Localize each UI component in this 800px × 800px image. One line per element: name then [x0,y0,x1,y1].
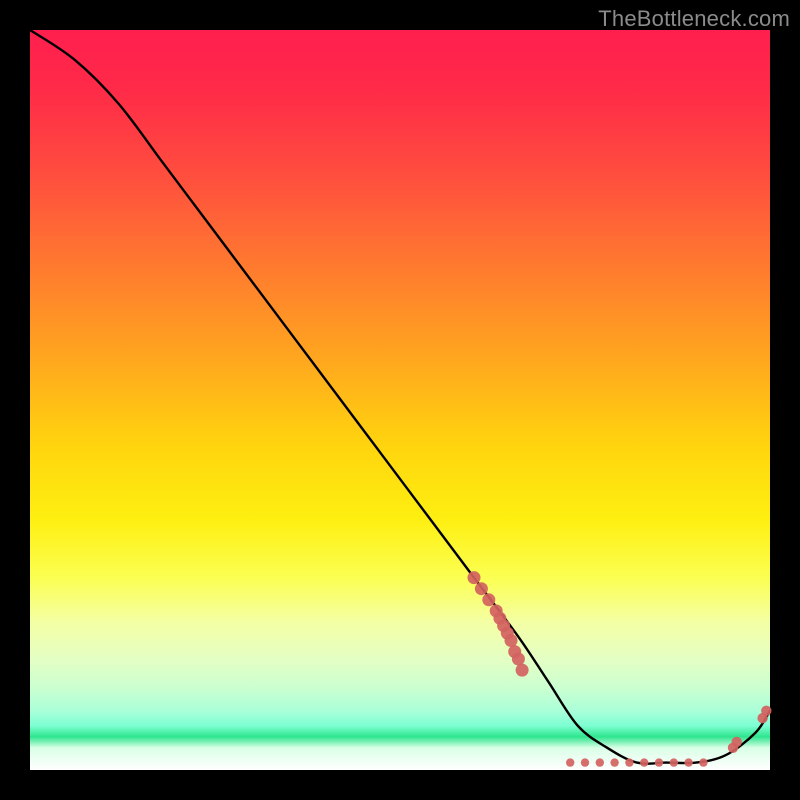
data-marker [512,653,525,666]
data-marker [625,758,633,766]
data-marker [732,737,742,747]
markers-rising [728,706,772,753]
data-marker [640,758,648,766]
data-marker [655,758,663,766]
data-marker [516,664,529,677]
markers-descending [468,571,529,677]
data-marker [761,706,771,716]
data-marker [505,634,518,647]
chart-frame: TheBottleneck.com [0,0,800,800]
data-marker [684,758,692,766]
data-marker [468,571,481,584]
data-marker [699,758,707,766]
data-marker [596,758,604,766]
data-marker [581,758,589,766]
data-marker [610,758,618,766]
bottleneck-curve-line [30,30,770,764]
data-marker [475,582,488,595]
data-marker [566,758,574,766]
plot-area [30,30,770,770]
watermark-text: TheBottleneck.com [598,6,790,32]
data-marker [670,758,678,766]
chart-svg [30,30,770,770]
data-marker [482,593,495,606]
